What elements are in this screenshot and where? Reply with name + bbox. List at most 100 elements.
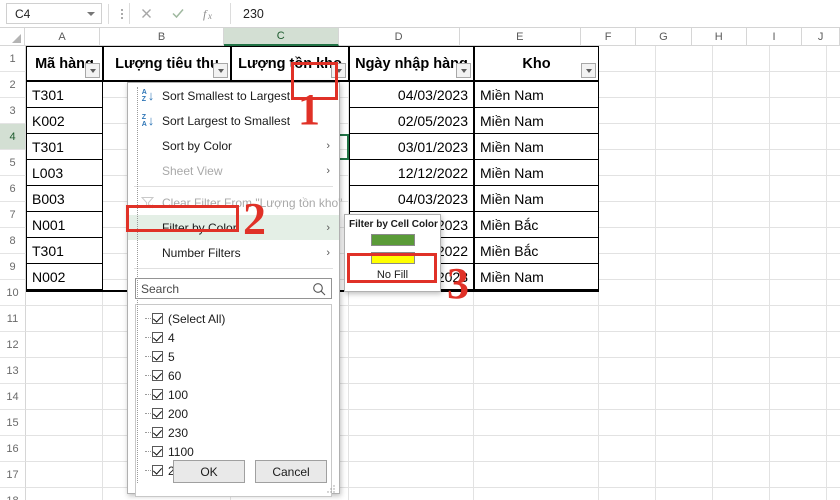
- grid-cell[interactable]: [770, 410, 827, 436]
- resize-grip[interactable]: [327, 482, 336, 493]
- grid-cell[interactable]: [599, 358, 656, 384]
- grid-cell[interactable]: [599, 488, 656, 500]
- row-header-9[interactable]: 9: [0, 254, 26, 280]
- checkbox[interactable]: [152, 389, 163, 400]
- cell-ngay-nhap[interactable]: 04/03/2023: [349, 186, 474, 212]
- grid-cell[interactable]: [827, 72, 840, 98]
- more-options-icon[interactable]: [115, 8, 129, 19]
- grid-cell[interactable]: [713, 46, 770, 72]
- grid-cell[interactable]: [656, 72, 713, 98]
- grid-cell[interactable]: [713, 72, 770, 98]
- cell-ngay-nhap[interactable]: 03/01/2023: [349, 134, 474, 160]
- ok-button[interactable]: OK: [173, 460, 245, 483]
- cell-ma-hang[interactable]: B003: [26, 186, 103, 212]
- filter-checkbox-item[interactable]: 5: [140, 347, 331, 366]
- grid-cell[interactable]: [26, 410, 103, 436]
- row-header-15[interactable]: 15: [0, 410, 26, 436]
- grid-cell[interactable]: [656, 228, 713, 254]
- column-header-g[interactable]: G: [636, 28, 692, 46]
- grid-cell[interactable]: [770, 332, 827, 358]
- grid-cell[interactable]: [656, 384, 713, 410]
- filter-dropdown-icon[interactable]: [456, 63, 471, 78]
- grid-cell[interactable]: [827, 332, 840, 358]
- grid-cell[interactable]: [713, 410, 770, 436]
- checkbox[interactable]: [152, 408, 163, 419]
- grid-cell[interactable]: [770, 254, 827, 280]
- grid-cell[interactable]: [770, 306, 827, 332]
- grid-cell[interactable]: [713, 124, 770, 150]
- grid-cell[interactable]: [827, 488, 840, 500]
- grid-cell[interactable]: [599, 46, 656, 72]
- checkbox[interactable]: [152, 313, 163, 324]
- row-header-17[interactable]: 17: [0, 462, 26, 488]
- column-header-i[interactable]: I: [746, 28, 803, 46]
- filter-checkbox-item[interactable]: 230: [140, 423, 331, 442]
- grid-cell[interactable]: [827, 384, 840, 410]
- cell-ma-hang[interactable]: T301: [26, 82, 103, 108]
- grid-cell[interactable]: [349, 358, 474, 384]
- column-header-c[interactable]: C: [224, 28, 339, 46]
- grid-cell[interactable]: [770, 150, 827, 176]
- cell-ngay-nhap[interactable]: 02/05/2023: [349, 108, 474, 134]
- grid-cell[interactable]: [599, 176, 656, 202]
- grid-cell[interactable]: [656, 280, 713, 306]
- search-icon[interactable]: [312, 282, 326, 296]
- cell-kho[interactable]: Miền Bắc: [474, 238, 599, 264]
- grid-cell[interactable]: [827, 228, 840, 254]
- grid-cell[interactable]: [349, 410, 474, 436]
- grid-cell[interactable]: [474, 488, 599, 500]
- search-input[interactable]: Search: [135, 278, 332, 299]
- grid-cell[interactable]: [599, 306, 656, 332]
- green-swatch[interactable]: [370, 234, 415, 246]
- close-icon[interactable]: [130, 3, 162, 24]
- grid-cell[interactable]: [770, 280, 827, 306]
- grid-cell[interactable]: [827, 46, 840, 72]
- cell-ma-hang[interactable]: T301: [26, 238, 103, 264]
- cell-kho[interactable]: Miền Nam: [474, 160, 599, 186]
- cell-kho[interactable]: Miền Nam: [474, 108, 599, 134]
- grid-cell[interactable]: [827, 306, 840, 332]
- grid-cell[interactable]: [656, 358, 713, 384]
- grid-cell[interactable]: [770, 488, 827, 500]
- cell-kho[interactable]: Miền Nam: [474, 186, 599, 212]
- row-header-12[interactable]: 12: [0, 332, 26, 358]
- grid-cell[interactable]: [827, 176, 840, 202]
- filter-dropdown-icon[interactable]: [581, 63, 596, 78]
- grid-cell[interactable]: [770, 46, 827, 72]
- grid-cell[interactable]: [599, 202, 656, 228]
- row-header-1[interactable]: 1: [0, 46, 26, 72]
- grid-cell[interactable]: [599, 150, 656, 176]
- checkbox[interactable]: [152, 427, 163, 438]
- row-header-11[interactable]: 11: [0, 306, 26, 332]
- grid-cell[interactable]: [599, 124, 656, 150]
- grid-cell[interactable]: [656, 46, 713, 72]
- grid-cell[interactable]: [599, 436, 656, 462]
- grid-cell[interactable]: [26, 384, 103, 410]
- row-header-4[interactable]: 4: [0, 124, 26, 150]
- fx-icon[interactable]: f x: [194, 3, 226, 24]
- grid-cell[interactable]: [656, 176, 713, 202]
- grid-cell[interactable]: [599, 228, 656, 254]
- checkbox[interactable]: [152, 351, 163, 362]
- row-header-13[interactable]: 13: [0, 358, 26, 384]
- grid-cell[interactable]: [656, 488, 713, 500]
- no-fill-option[interactable]: No Fill: [345, 264, 440, 281]
- grid-cell[interactable]: [827, 280, 840, 306]
- row-header-2[interactable]: 2: [0, 72, 26, 98]
- grid-cell[interactable]: [770, 358, 827, 384]
- chevron-down-icon[interactable]: [87, 11, 95, 16]
- grid-cell[interactable]: [656, 332, 713, 358]
- grid-cell[interactable]: [656, 254, 713, 280]
- column-header-j[interactable]: J: [802, 28, 840, 46]
- grid-cell[interactable]: [770, 124, 827, 150]
- grid-cell[interactable]: [713, 228, 770, 254]
- cell-kho[interactable]: Miền Nam: [474, 264, 599, 290]
- grid-cell[interactable]: [599, 254, 656, 280]
- filter-dropdown-menu[interactable]: A Z ↓ Sort Smallest to Largest Z A ↓ Sort Large…: [127, 82, 342, 497]
- column-header-b[interactable]: B: [99, 28, 225, 46]
- grid-cell[interactable]: [656, 150, 713, 176]
- grid-cell[interactable]: [349, 488, 474, 500]
- grid-cell[interactable]: [827, 150, 840, 176]
- filter-dropdown-icon[interactable]: [213, 63, 228, 78]
- grid-cell[interactable]: [713, 280, 770, 306]
